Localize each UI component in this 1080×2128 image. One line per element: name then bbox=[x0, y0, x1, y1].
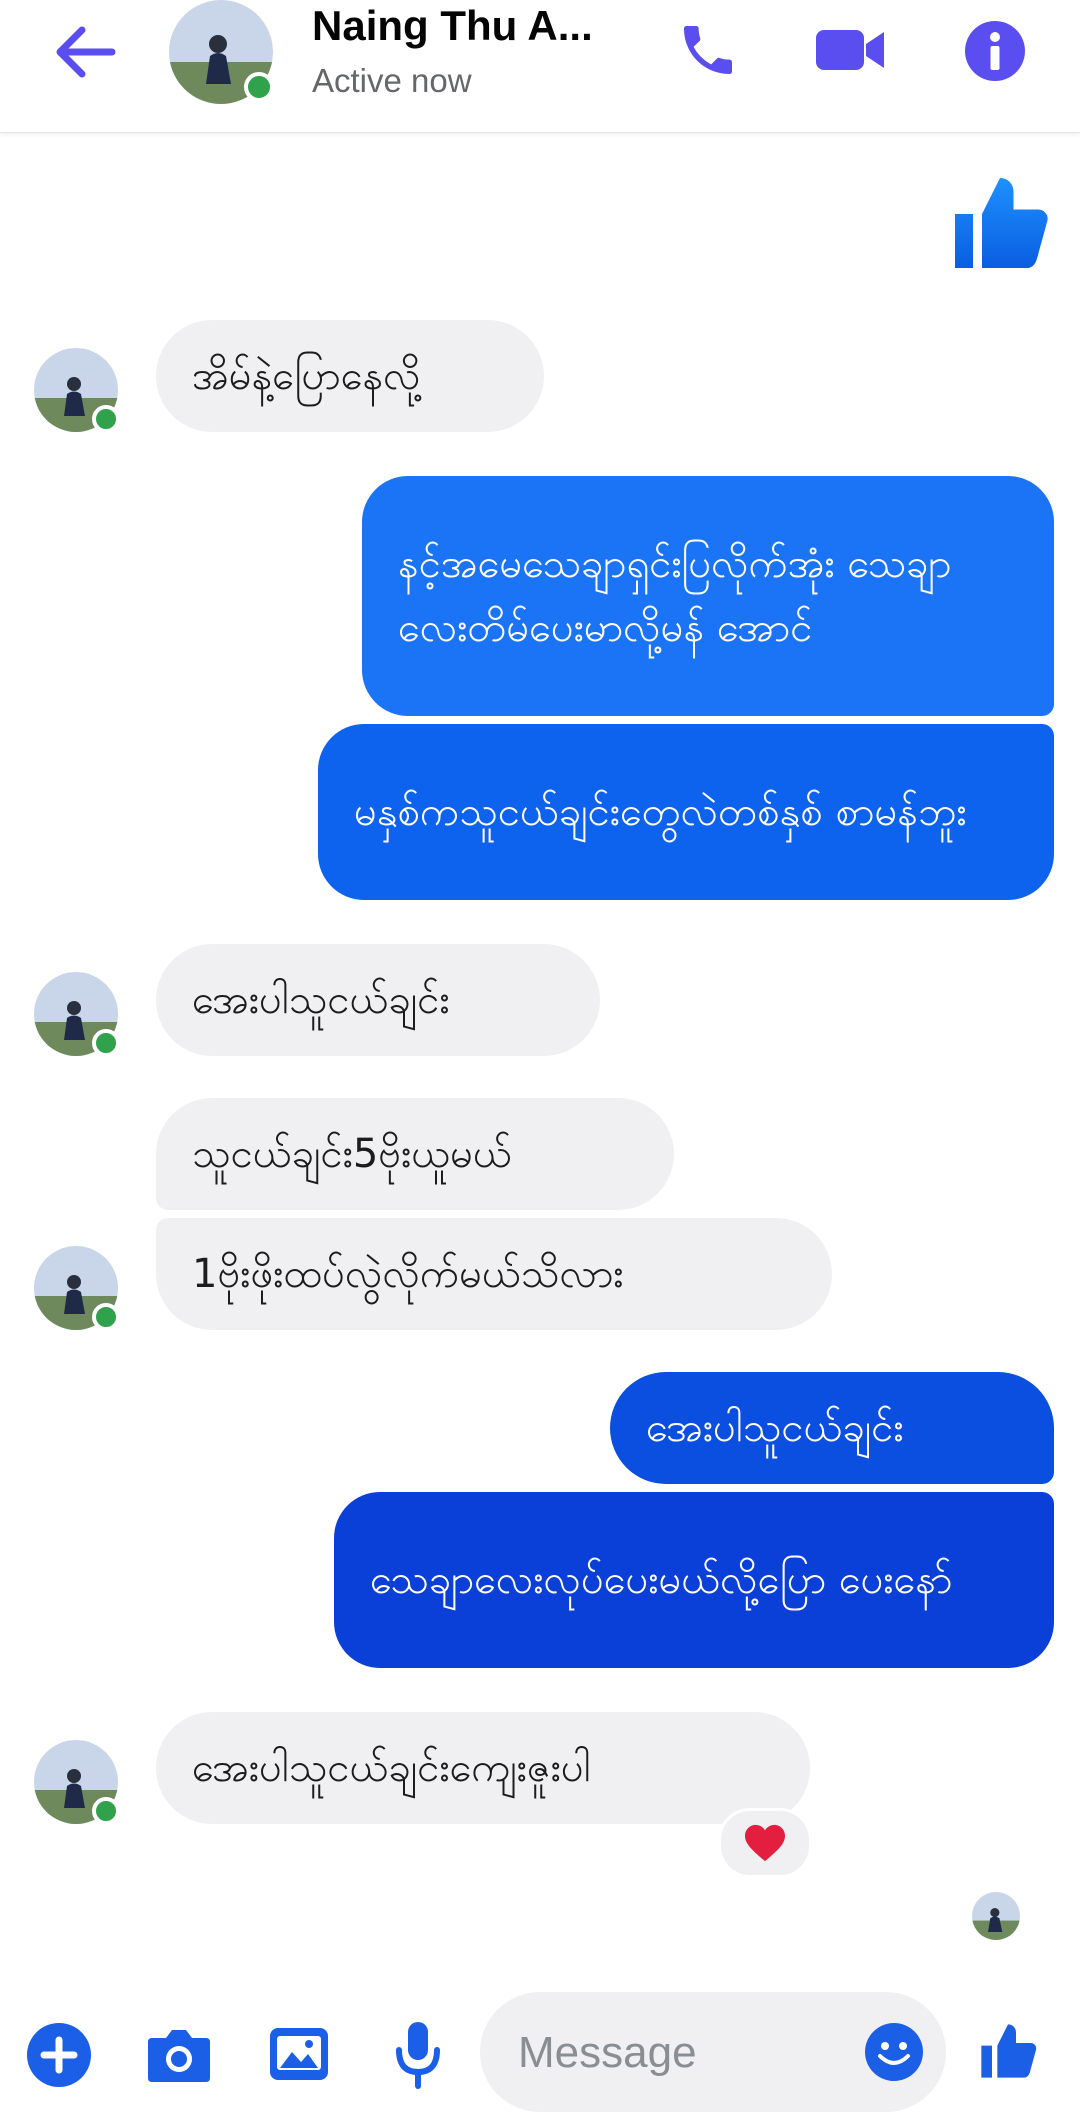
message-text: သူငယ်ချင်း5ဗိုးယူမယ် bbox=[192, 1131, 512, 1177]
message-text: မနှစ်ကသူငယ်ချင်းတွေလဲတစ်နှစ် စာမန်ဘူး bbox=[354, 789, 967, 835]
online-indicator bbox=[92, 405, 120, 433]
message-text: အေးပါသူငယ်ချင်း bbox=[192, 977, 450, 1023]
incoming-message[interactable]: အေးပါသူငယ်ချင်းကျေးဇူးပါ bbox=[156, 1712, 810, 1824]
video-call-icon[interactable] bbox=[814, 20, 888, 80]
message-text: 1ဗိုးဖိုးထပ်လွဲလိုက်မယ်သိလား bbox=[192, 1251, 624, 1297]
emoji-icon[interactable] bbox=[864, 2022, 924, 2082]
conversation-header: Naing Thu A... Active now bbox=[0, 0, 1080, 133]
online-indicator bbox=[92, 1797, 120, 1825]
outgoing-message[interactable]: မနှစ်ကသူငယ်ချင်းတွေလဲတစ်နှစ် စာမန်ဘူး bbox=[318, 724, 1054, 900]
online-indicator bbox=[244, 72, 274, 102]
info-icon[interactable] bbox=[964, 20, 1026, 82]
online-indicator bbox=[92, 1029, 120, 1057]
back-arrow-icon[interactable] bbox=[50, 22, 120, 82]
seen-avatar bbox=[972, 1892, 1020, 1940]
message-text: အေးပါသူငယ်ချင်းကျေးဇူးပါ bbox=[192, 1745, 591, 1791]
image-gallery-icon[interactable] bbox=[268, 2024, 330, 2084]
plus-icon[interactable] bbox=[26, 2022, 92, 2088]
reaction-badge[interactable] bbox=[718, 1808, 812, 1878]
online-indicator bbox=[92, 1303, 120, 1331]
incoming-message[interactable]: 1ဗိုးဖိုးထပ်လွဲလိုက်မယ်သိလား bbox=[156, 1218, 832, 1330]
incoming-message[interactable]: အိမ်နဲ့ပြောနေလို့ bbox=[156, 320, 544, 432]
outgoing-message[interactable]: သေချာလေးလုပ်ပေးမယ်လို့ပြော ပေးနော် bbox=[334, 1492, 1054, 1668]
like-sticker bbox=[955, 178, 1048, 268]
microphone-icon[interactable] bbox=[394, 2020, 442, 2092]
contact-avatar[interactable] bbox=[168, 0, 274, 104]
heart-icon bbox=[745, 1824, 785, 1862]
outgoing-message[interactable]: အေးပါသူငယ်ချင်း bbox=[610, 1372, 1054, 1484]
contact-name[interactable]: Naing Thu A... bbox=[312, 2, 593, 50]
message-text: အေးပါသူငယ်ချင်း bbox=[646, 1405, 904, 1451]
message-input-container[interactable] bbox=[480, 1992, 946, 2112]
incoming-message[interactable]: အေးပါသူငယ်ချင်း bbox=[156, 944, 600, 1056]
phone-call-icon[interactable] bbox=[676, 18, 740, 82]
message-text: သေချာလေးလုပ်ပေးမယ်လို့ပြော ပေးနော် bbox=[370, 1557, 953, 1603]
outgoing-message[interactable]: နင့်အမေသေချာရှင်းပြလိုက်အုံး သေချာလေးတိမ… bbox=[362, 476, 1054, 716]
camera-icon[interactable] bbox=[146, 2024, 212, 2084]
message-text: အိမ်နဲ့ပြောနေလို့ bbox=[192, 353, 421, 399]
message-input[interactable] bbox=[516, 2020, 820, 2086]
message-text: နင့်အမေသေချာရှင်းပြလိုက်အုံး သေချာလေးတိမ… bbox=[398, 541, 952, 651]
active-status: Active now bbox=[312, 62, 472, 99]
like-button-icon[interactable] bbox=[976, 2016, 1040, 2086]
incoming-message[interactable]: သူငယ်ချင်း5ဗိုးယူမယ် bbox=[156, 1098, 674, 1210]
